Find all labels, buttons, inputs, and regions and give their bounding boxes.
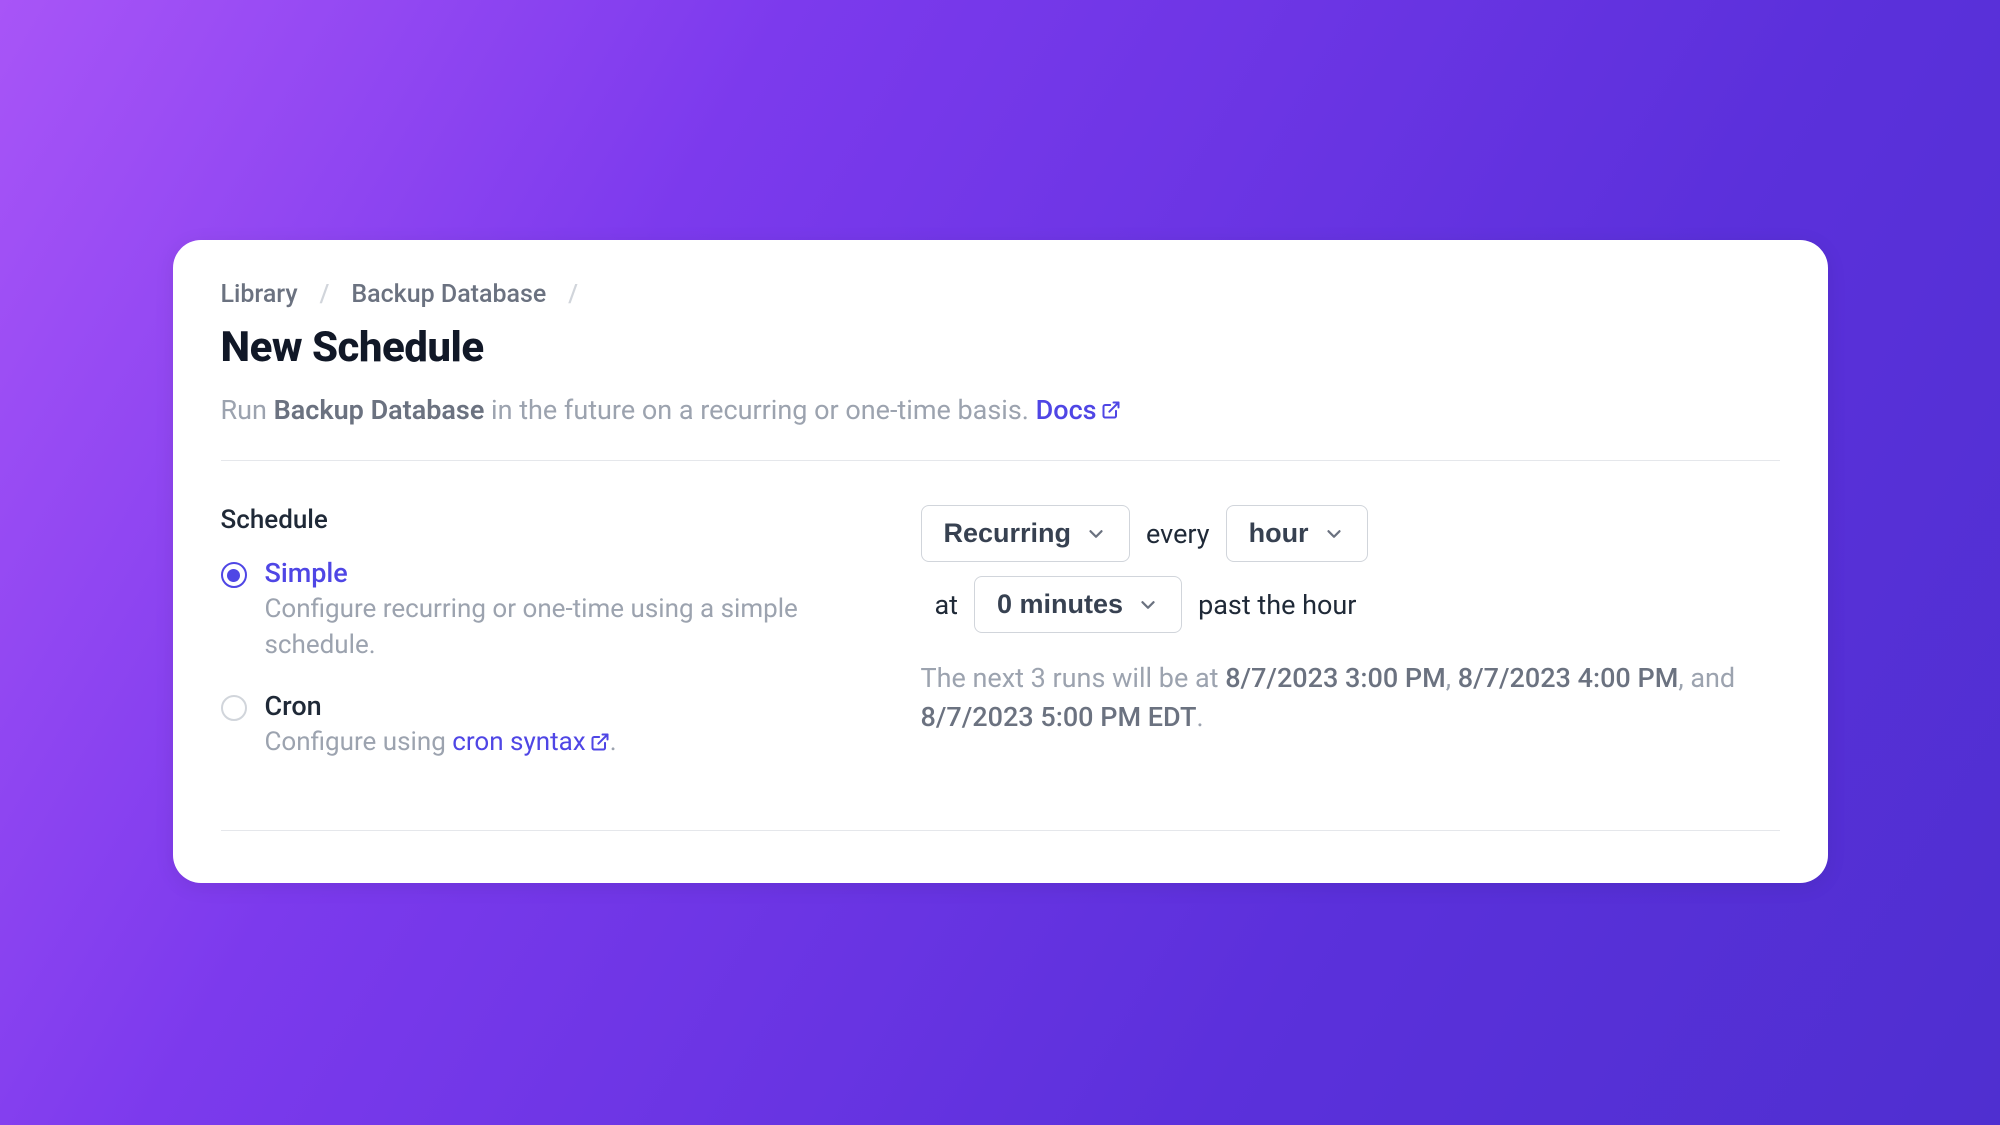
next-runs-sep2: , and: [1678, 662, 1735, 694]
next-run-1: 8/7/2023 3:00 PM: [1225, 662, 1446, 694]
unit-label: hour: [1249, 518, 1309, 549]
external-link-icon: [590, 732, 610, 752]
schedule-type-panel: Schedule Simple Configure recurring or o…: [221, 505, 881, 786]
breadcrumb-item-library[interactable]: Library: [221, 280, 298, 309]
docs-link-label: Docs: [1036, 394, 1097, 426]
section-label-schedule: Schedule: [221, 505, 881, 535]
option-simple-desc: Configure recurring or one-time using a …: [265, 591, 881, 664]
desc-post: in the future on a recurring or one-time…: [484, 394, 1035, 426]
radio-cron[interactable]: [221, 695, 247, 721]
cron-desc-post: .: [610, 727, 617, 757]
cron-desc-pre: Configure using: [265, 727, 453, 757]
external-link-icon: [1101, 400, 1121, 420]
next-runs-post: .: [1196, 701, 1203, 733]
radio-option-simple[interactable]: Simple Configure recurring or one-time u…: [221, 557, 881, 664]
chevron-down-icon: [1137, 594, 1159, 616]
text-past-hour: past the hour: [1198, 589, 1356, 621]
breadcrumb: Library / Backup Database /: [221, 280, 1780, 309]
breadcrumb-item-backup-database[interactable]: Backup Database: [351, 280, 546, 309]
controls-row-1: Recurring every hour: [921, 505, 1780, 562]
page-title: New Schedule: [221, 323, 1780, 372]
minutes-select[interactable]: 0 minutes: [974, 576, 1182, 633]
recurring-select[interactable]: Recurring: [921, 505, 1131, 562]
cron-syntax-label: cron syntax: [452, 724, 585, 760]
divider: [221, 830, 1780, 831]
unit-select[interactable]: hour: [1226, 505, 1368, 562]
breadcrumb-separator-icon: /: [320, 280, 330, 309]
next-runs-pre: The next 3 runs will be at: [921, 662, 1226, 694]
minutes-label: 0 minutes: [997, 589, 1123, 620]
controls-row-2: at 0 minutes past the hour: [921, 576, 1780, 633]
desc-pre: Run: [221, 394, 274, 426]
page-description: Run Backup Database in the future on a r…: [221, 394, 1780, 426]
option-simple-title: Simple: [265, 557, 881, 589]
chevron-down-icon: [1085, 523, 1107, 545]
recurring-label: Recurring: [944, 518, 1072, 549]
text-every: every: [1146, 518, 1210, 550]
option-cron-title: Cron: [265, 690, 617, 722]
breadcrumb-separator-icon: /: [568, 280, 578, 309]
next-runs-preview: The next 3 runs will be at 8/7/2023 3:00…: [921, 659, 1780, 737]
chevron-down-icon: [1323, 523, 1345, 545]
radio-option-cron[interactable]: Cron Configure using cron syntax.: [221, 690, 881, 760]
radio-simple[interactable]: [221, 562, 247, 588]
docs-link[interactable]: Docs: [1036, 394, 1121, 426]
schedule-card: Library / Backup Database / New Schedule…: [173, 240, 1828, 883]
next-runs-sep1: ,: [1446, 662, 1458, 694]
content-area: Schedule Simple Configure recurring or o…: [221, 461, 1780, 830]
option-cron-desc: Configure using cron syntax.: [265, 724, 617, 760]
cron-syntax-link[interactable]: cron syntax: [452, 724, 609, 760]
next-run-2: 8/7/2023 4:00 PM: [1458, 662, 1679, 694]
next-run-3: 8/7/2023 5:00 PM EDT: [921, 701, 1197, 733]
desc-task-name: Backup Database: [274, 394, 485, 426]
schedule-config-panel: Recurring every hour at 0 minutes past t…: [921, 505, 1780, 786]
text-at: at: [935, 589, 959, 621]
